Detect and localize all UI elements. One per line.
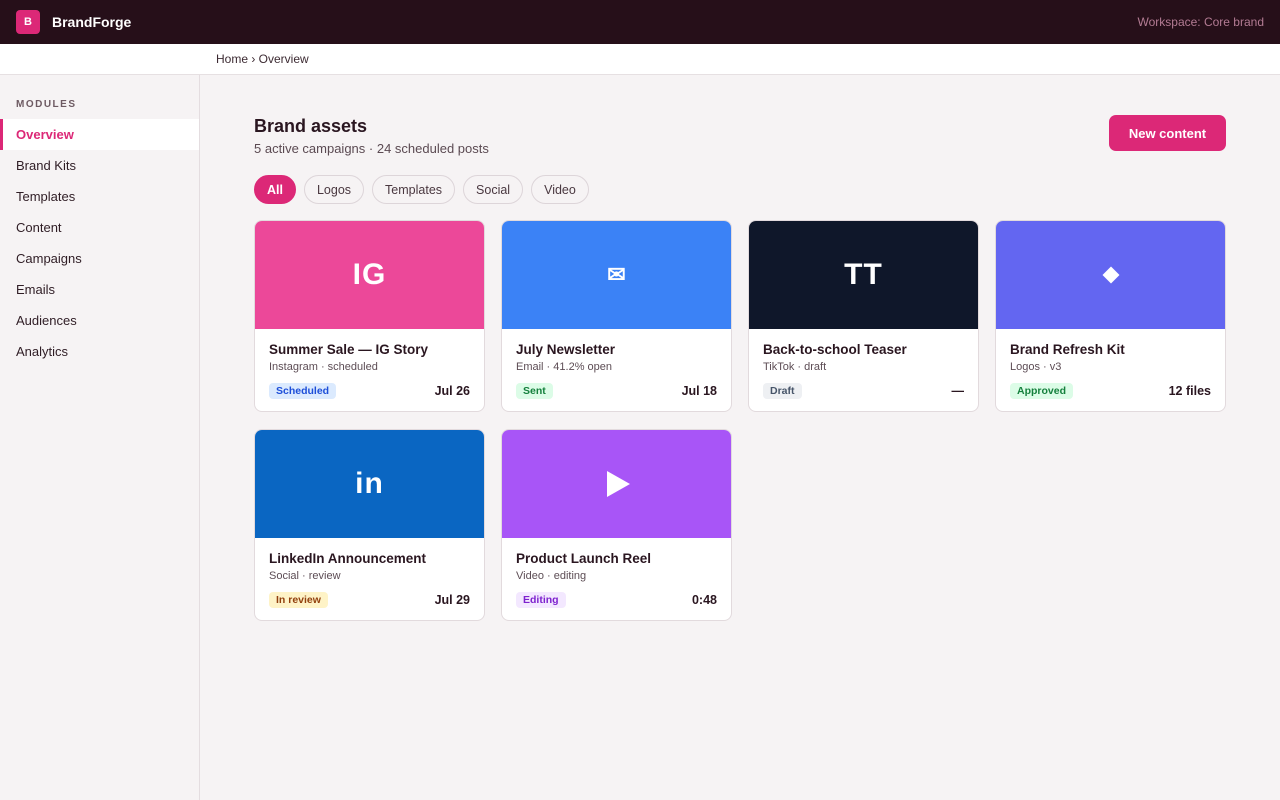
page-title: Brand assets (254, 116, 368, 136)
page-subtitle: 5 active campaigns · 24 scheduled posts (254, 141, 489, 156)
breadcrumb-bar: Home › Overview (0, 44, 1280, 75)
card-meta: Logos · v3 (1010, 361, 1062, 373)
status-badge: Approved (1010, 383, 1074, 399)
filter-templates[interactable]: Templates (372, 175, 456, 204)
card-thumbnail: TT (749, 221, 978, 329)
app-logo-icon[interactable]: B (16, 10, 40, 34)
app-name[interactable]: BrandForge (52, 14, 131, 30)
sidebar-heading: MODULES (16, 99, 77, 110)
new-content-button[interactable]: New content (1109, 115, 1226, 151)
card-title: Product Launch Reel (516, 551, 652, 566)
status-badge: Scheduled (269, 383, 337, 399)
status-badge: In review (269, 592, 328, 608)
workspace-switcher[interactable]: Workspace: Core brand (1137, 15, 1264, 29)
sidebar-item-templates[interactable]: Templates (0, 181, 199, 212)
asset-card-summer-sale[interactable]: IG Summer Sale — IG Story Instagram · sc… (254, 220, 485, 412)
asset-card-linkedin[interactable]: in LinkedIn Announcement Social · review… (254, 429, 485, 621)
asset-card-product-launch[interactable]: Product Launch Reel Video · editing Edit… (501, 429, 732, 621)
status-badge: Sent (516, 383, 553, 399)
card-title: Back-to-school Teaser (763, 342, 907, 357)
play-icon (607, 471, 630, 497)
filter-all[interactable]: All (254, 175, 296, 204)
card-date: Jul 26 (434, 384, 470, 398)
sidebar-item-audiences[interactable]: Audiences (0, 305, 199, 336)
status-badge: Editing (516, 592, 566, 608)
status-badge: Draft (763, 383, 802, 399)
card-title: LinkedIn Announcement (269, 551, 427, 566)
card-title: Brand Refresh Kit (1010, 342, 1125, 357)
asset-card-brand-refresh[interactable]: Brand Refresh Kit Logos · v3 Approved 12… (995, 220, 1226, 412)
card-meta: Social · review (269, 570, 341, 582)
sidebar: MODULES Overview Brand Kits Templates Co… (0, 75, 200, 800)
card-file-count: 12 files (1168, 384, 1211, 398)
card-meta: TikTok · draft (763, 361, 827, 373)
filter-video[interactable]: Video (531, 175, 589, 204)
filter-social[interactable]: Social (463, 175, 524, 204)
asset-card-july-newsletter[interactable]: ✉ July Newsletter Email · 41.2% open Sen… (501, 220, 732, 412)
diamond-icon (1102, 266, 1119, 284)
card-thumbnail (502, 430, 731, 538)
card-meta: Video · editing (516, 570, 587, 582)
card-title: July Newsletter (516, 342, 616, 357)
card-thumbnail: IG (255, 221, 484, 329)
asset-card-back-to-school[interactable]: TT Back-to-school Teaser TikTok · draft … (748, 220, 979, 412)
card-duration: 0:48 (691, 593, 717, 607)
instagram-icon: IG (352, 258, 387, 291)
sidebar-item-content[interactable]: Content (0, 212, 199, 243)
tiktok-icon: TT (844, 258, 883, 291)
sidebar-item-analytics[interactable]: Analytics (0, 336, 199, 367)
card-thumbnail (996, 221, 1225, 329)
card-thumbnail: in (255, 430, 484, 538)
card-meta: Instagram · scheduled (269, 361, 378, 373)
sidebar-nav: Overview Brand Kits Templates Content Ca… (0, 119, 199, 367)
linkedin-icon: in (355, 467, 384, 500)
filter-logos[interactable]: Logos (303, 175, 365, 204)
card-thumbnail: ✉ (502, 221, 731, 329)
sidebar-item-campaigns[interactable]: Campaigns (0, 243, 199, 274)
card-date: Jul 18 (681, 384, 717, 398)
filter-chips: All Logos Templates Social Video (254, 175, 589, 204)
sidebar-item-emails[interactable]: Emails (0, 274, 199, 305)
top-bar: B BrandForge Workspace: Core brand (0, 0, 1280, 44)
sidebar-item-overview[interactable]: Overview (0, 119, 199, 150)
card-date: — (951, 384, 965, 398)
card-date: Jul 29 (434, 593, 470, 607)
card-title: Summer Sale — IG Story (269, 342, 429, 357)
card-meta: Email · 41.2% open (516, 361, 612, 373)
sidebar-item-brand-kits[interactable]: Brand Kits (0, 150, 199, 181)
breadcrumb[interactable]: Home › Overview (216, 52, 309, 66)
envelope-icon: ✉ (607, 262, 626, 287)
